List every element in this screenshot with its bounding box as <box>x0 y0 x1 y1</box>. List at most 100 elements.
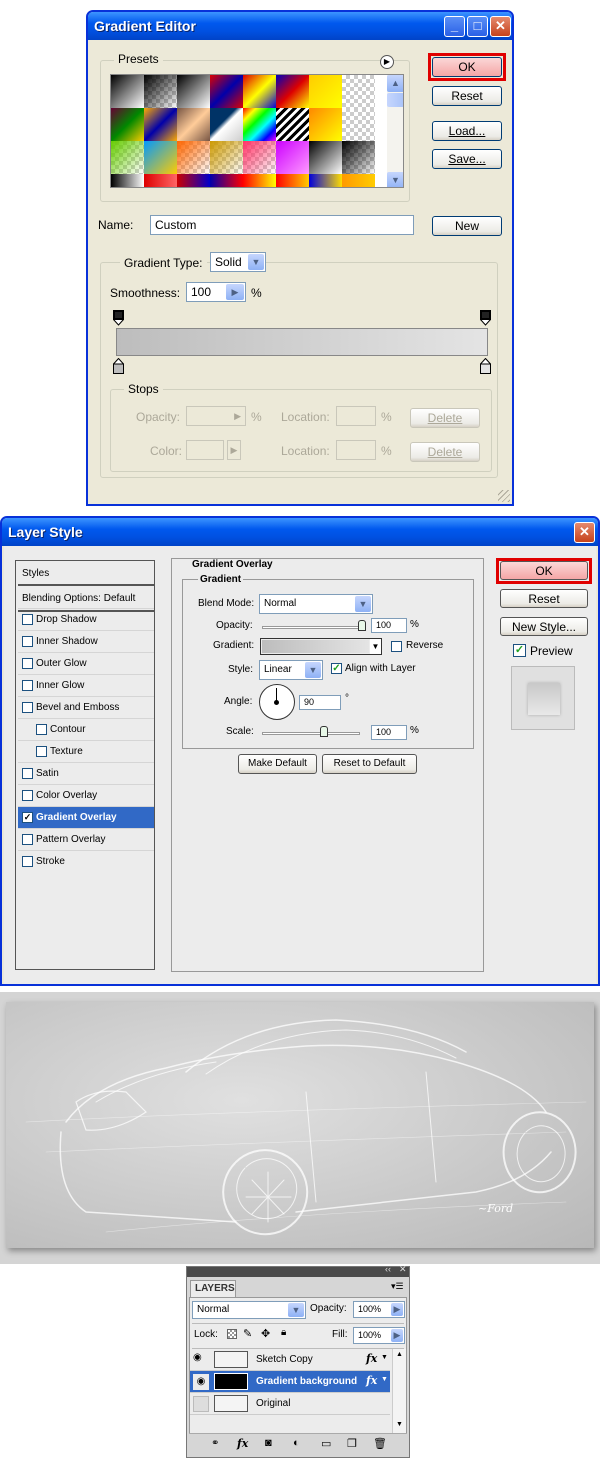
close-icon[interactable]: ✕ <box>399 1264 407 1275</box>
smoothness-input[interactable]: 100 ▶ <box>186 282 246 302</box>
ok-button[interactable]: OK <box>500 561 588 580</box>
stop-opacity-input[interactable]: ▶ <box>186 406 246 426</box>
angle-input[interactable]: 90 <box>299 695 341 710</box>
style-item-color-overlay[interactable]: Color Overlay <box>18 784 154 806</box>
style-item-inner-shadow[interactable]: Inner Shadow <box>18 630 154 652</box>
scroll-up-icon[interactable]: ▲ <box>396 1351 403 1358</box>
color-menu-icon[interactable]: ▶ <box>227 440 241 460</box>
stop-location-input[interactable] <box>336 406 376 426</box>
chevron-right-icon[interactable]: ▶ <box>226 284 244 300</box>
color-stop-right[interactable] <box>480 358 491 374</box>
save-button[interactable]: Save... <box>432 149 502 169</box>
blend-mode-select[interactable]: Normal ▼ <box>192 1301 306 1319</box>
style-item-gradient-overlay[interactable]: ✓ Gradient Overlay <box>18 806 154 828</box>
style-item-satin[interactable]: Satin <box>18 762 154 784</box>
opacity-stop-right[interactable] <box>480 310 491 326</box>
scroll-thumb[interactable] <box>387 93 403 107</box>
link-icon[interactable]: ⚭ <box>211 1438 219 1449</box>
lock-all-icon[interactable]: 🔒︎ <box>281 1327 286 1338</box>
fx-add-icon[interactable]: fx <box>237 1437 248 1450</box>
reverse-checkbox[interactable] <box>391 641 402 652</box>
chevron-down-icon[interactable]: ▼ <box>370 639 381 654</box>
name-input[interactable]: Custom <box>150 215 414 235</box>
visibility-box[interactable] <box>193 1396 209 1412</box>
stop-color-location-input[interactable] <box>336 440 376 460</box>
minimize-icon[interactable]: _ <box>444 16 465 37</box>
style-item-bevel-and-emboss[interactable]: Bevel and Emboss <box>18 696 154 718</box>
style-item-checkbox[interactable] <box>22 614 33 625</box>
angle-dial[interactable] <box>259 684 295 720</box>
layers-scrollbar[interactable]: ▲ ▼ <box>392 1349 406 1433</box>
ok-button[interactable]: OK <box>432 57 502 77</box>
chevron-down-icon[interactable]: ▼ <box>305 662 321 678</box>
stop-color-swatch[interactable] <box>186 440 224 460</box>
opacity-slider-track[interactable] <box>262 626 364 629</box>
reset-default-button[interactable]: Reset to Default <box>322 754 417 774</box>
folder-icon[interactable]: ▭ <box>321 1437 331 1450</box>
presets-grid[interactable]: ▲ ▼ <box>110 74 404 188</box>
style-item-checkbox[interactable] <box>36 724 47 735</box>
style-item-stroke[interactable]: Stroke <box>18 850 154 872</box>
layer-row-selected[interactable]: ◉ Gradient background fx ▼ <box>190 1371 390 1393</box>
style-item-outer-glow[interactable]: Outer Glow <box>18 652 154 674</box>
layer-row[interactable]: ◉ Sketch Copy fx ▼ <box>190 1349 390 1371</box>
reset-button[interactable]: Reset <box>500 589 588 608</box>
chevron-down-icon[interactable]: ▼ <box>381 1376 388 1383</box>
scroll-down-icon[interactable]: ▼ <box>396 1421 403 1428</box>
blend-mode-select[interactable]: Normal ▼ <box>259 594 373 614</box>
title-bar[interactable]: Gradient Editor _ □ ✕ <box>88 12 512 40</box>
chevron-right-icon[interactable]: ▶ <box>391 1303 403 1316</box>
chevron-down-icon[interactable]: ▼ <box>355 596 371 612</box>
layers-tab[interactable]: LAYERS <box>190 1280 236 1297</box>
scale-input[interactable]: 100 <box>371 725 407 740</box>
style-item-checkbox[interactable]: ✓ <box>22 812 33 823</box>
style-item-checkbox[interactable] <box>22 790 33 801</box>
panel-header[interactable]: ‹‹ ✕ <box>187 1264 409 1277</box>
chevron-down-icon[interactable]: ▼ <box>288 1303 304 1317</box>
lock-transparent-icon[interactable] <box>227 1329 237 1339</box>
style-item-pattern-overlay[interactable]: Pattern Overlay <box>18 828 154 850</box>
title-bar[interactable]: Layer Style ✕ <box>2 518 598 546</box>
new-style-button[interactable]: New Style... <box>500 617 588 636</box>
scale-slider-track[interactable] <box>262 732 360 735</box>
resize-grip-icon[interactable] <box>498 490 510 502</box>
gradient-type-select[interactable]: Solid ▼ <box>210 252 266 272</box>
gradient-picker[interactable]: ▼ <box>260 638 382 655</box>
styles-header[interactable]: Styles <box>18 564 154 586</box>
chevron-right-icon[interactable]: ▶ <box>391 1329 403 1342</box>
new-layer-icon[interactable]: ❐ <box>347 1437 357 1450</box>
make-default-button[interactable]: Make Default <box>238 754 317 774</box>
style-item-texture[interactable]: Texture <box>18 740 154 762</box>
presets-menu-icon[interactable]: ▶ <box>380 55 394 69</box>
mask-icon[interactable]: ◙ <box>265 1437 272 1449</box>
style-item-checkbox[interactable] <box>22 856 33 867</box>
style-item-contour[interactable]: Contour <box>18 718 154 740</box>
gradient-preview-bar[interactable] <box>116 328 488 356</box>
scroll-up-icon[interactable]: ▲ <box>387 75 403 92</box>
maximize-icon[interactable]: □ <box>467 16 488 37</box>
preview-checkbox[interactable]: ✓ <box>513 644 526 657</box>
style-item-checkbox[interactable] <box>22 768 33 779</box>
opacity-slider-thumb[interactable] <box>358 620 366 631</box>
load-button[interactable]: Load... <box>432 121 502 141</box>
align-checkbox[interactable]: ✓ <box>331 663 342 674</box>
lock-brush-icon[interactable]: ✎ <box>243 1327 252 1340</box>
style-item-checkbox[interactable] <box>22 636 33 647</box>
close-icon[interactable]: ✕ <box>574 522 595 543</box>
close-icon[interactable]: ✕ <box>490 16 511 37</box>
opacity-input[interactable]: 100% ▶ <box>353 1301 405 1318</box>
reset-button[interactable]: Reset <box>432 86 502 106</box>
color-stop-left[interactable] <box>113 358 124 374</box>
style-select[interactable]: Linear ▼ <box>259 660 323 680</box>
lock-move-icon[interactable]: ✥ <box>261 1327 270 1340</box>
presets-scrollbar[interactable]: ▲ ▼ <box>387 75 403 187</box>
style-item-checkbox[interactable] <box>22 658 33 669</box>
delete-color-button[interactable]: Delete <box>410 442 480 462</box>
chevron-down-icon[interactable]: ▼ <box>381 1354 388 1361</box>
delete-opacity-button[interactable]: Delete <box>410 408 480 428</box>
chevron-down-icon[interactable]: ▼ <box>248 254 264 270</box>
new-button[interactable]: New <box>432 216 502 236</box>
opacity-stop-left[interactable] <box>113 310 124 326</box>
style-item-drop-shadow[interactable]: Drop Shadow <box>18 608 154 630</box>
adjustment-icon[interactable]: ◐ <box>293 1437 300 1449</box>
